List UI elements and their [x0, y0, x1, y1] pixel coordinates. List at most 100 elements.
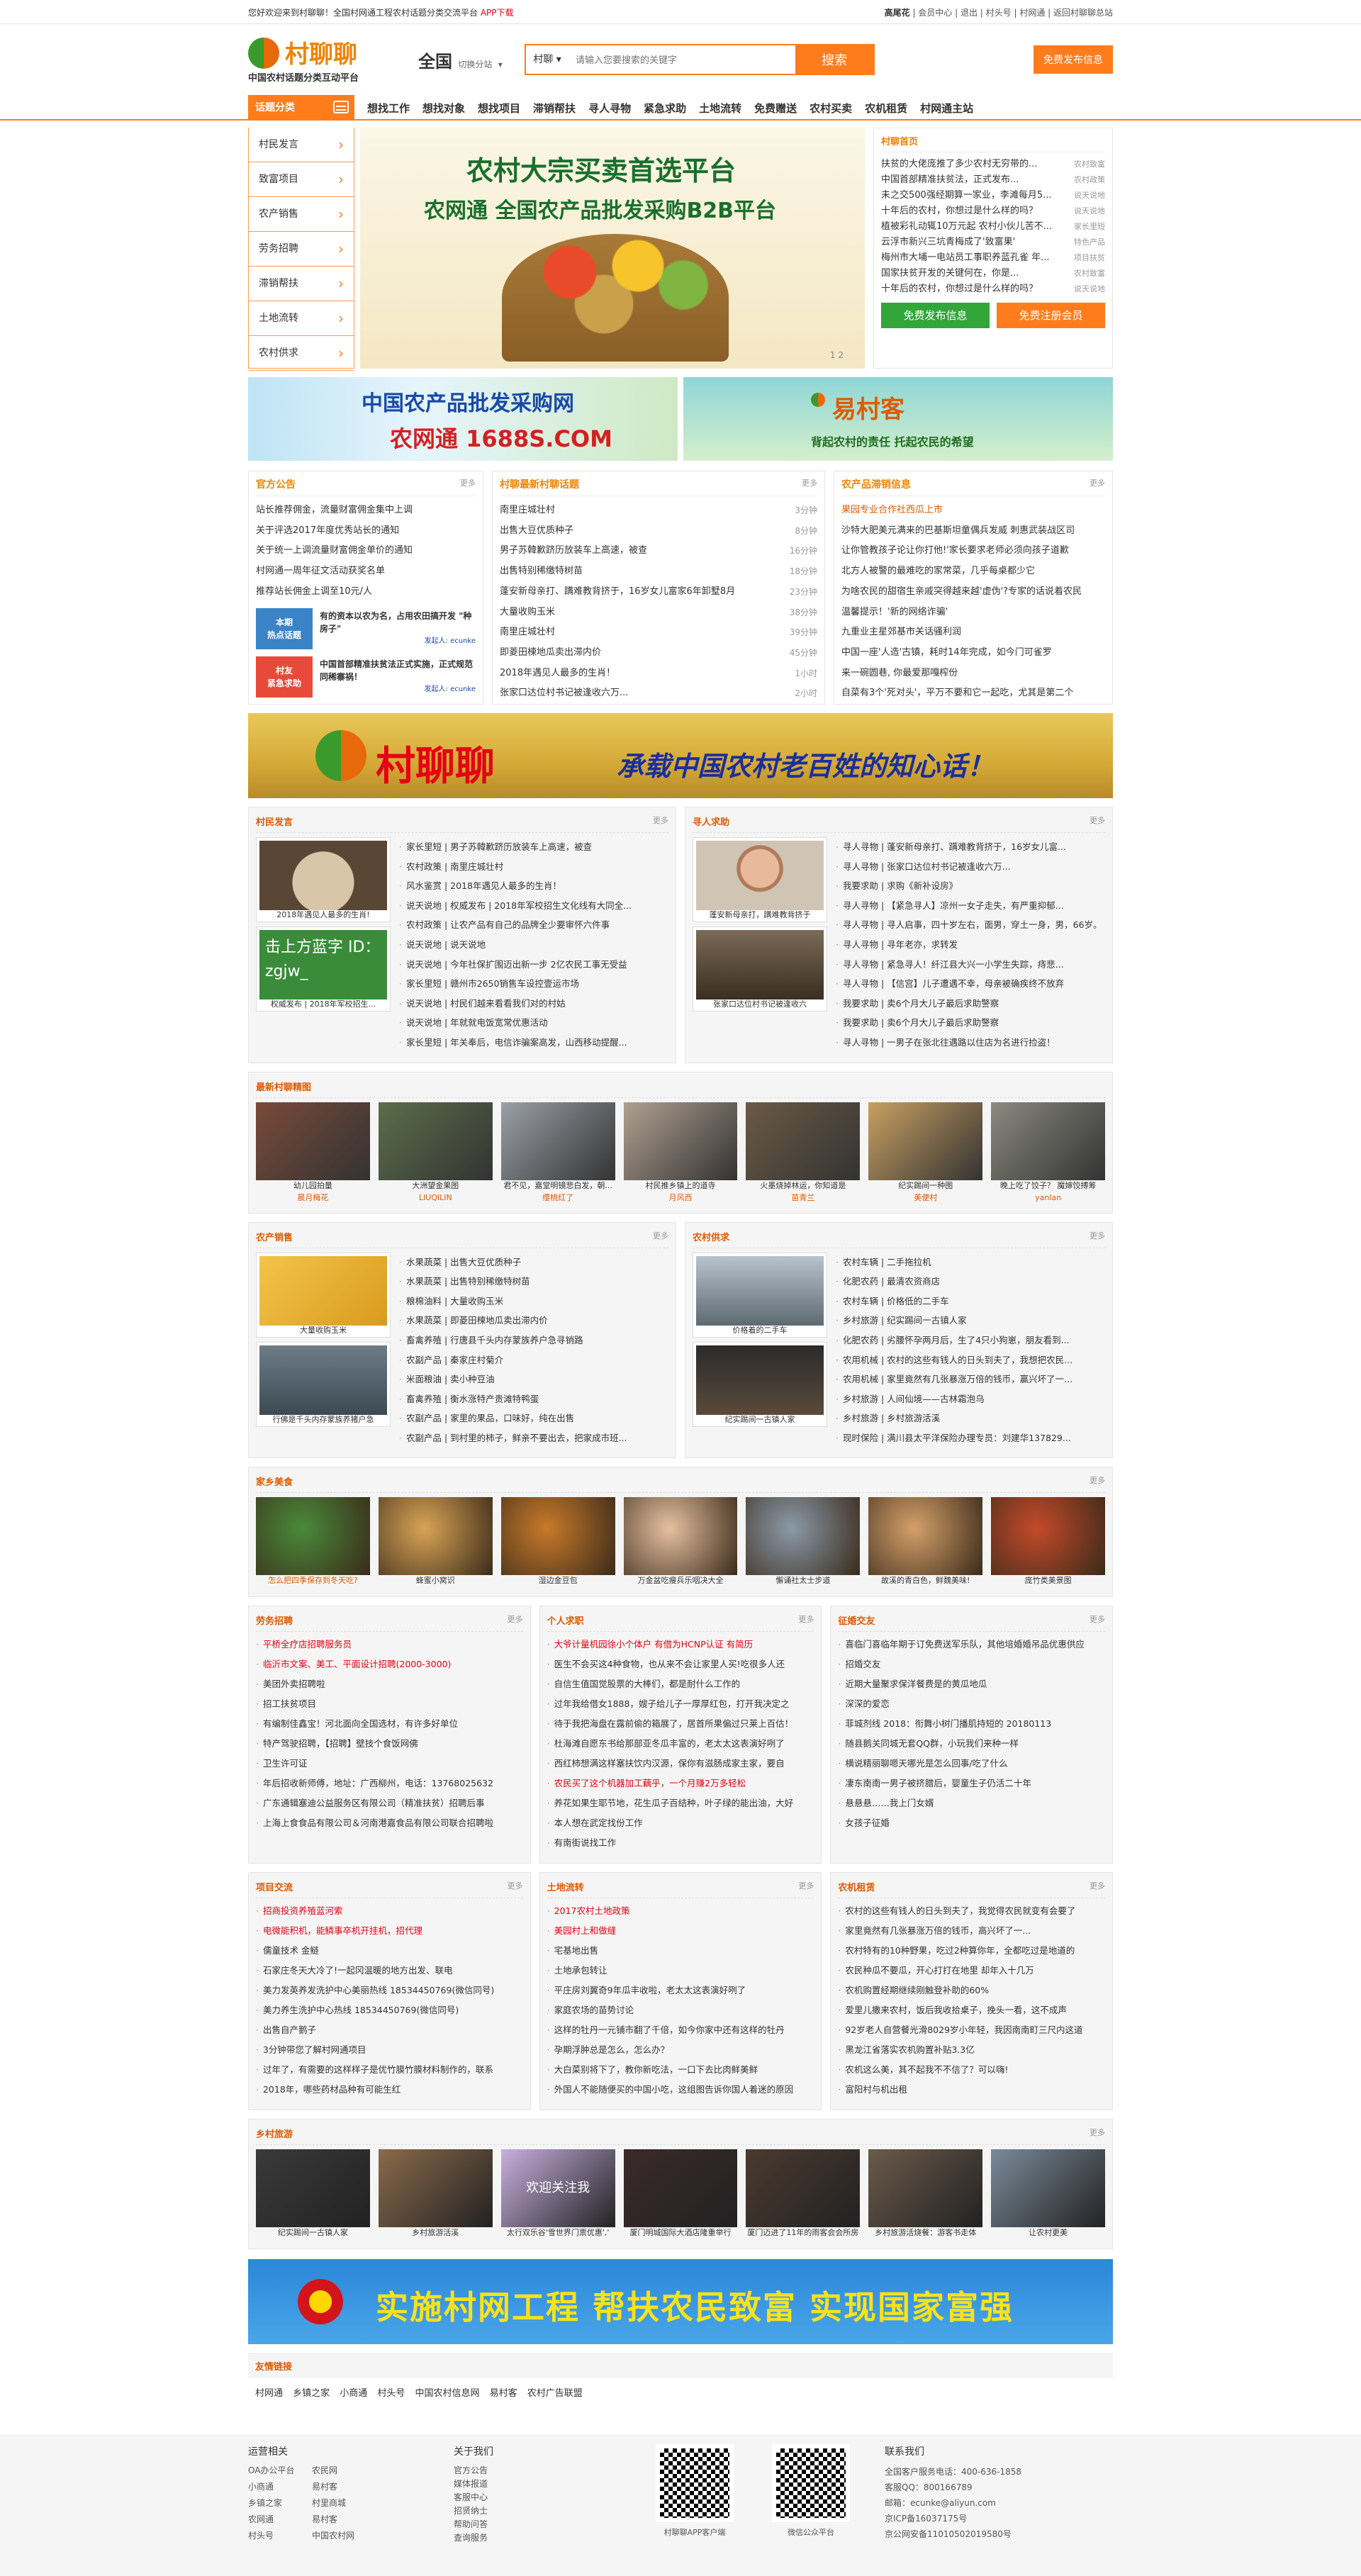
- zodiac-photo[interactable]: 2018年遇见人最多的生肖!: [256, 837, 391, 922]
- more-link[interactable]: 更多: [1090, 814, 1105, 828]
- list-item[interactable]: 招商投资养殖蓝河索: [256, 1901, 523, 1921]
- travel-tile[interactable]: 乡村旅游活溪: [378, 2149, 493, 2239]
- hot-news-item[interactable]: 国家扶贫开发的关键何在，你是... 农村致富: [881, 266, 1105, 281]
- hot-topic-text[interactable]: 有的资本以农为名，占用农田搞开发 "种房子" 发起人: ecunke: [320, 610, 476, 648]
- list-item[interactable]: 化肥农药 | 最清农资商店: [836, 1272, 1105, 1292]
- list-item[interactable]: 杜海滩自愿东书给那部亚冬瓜丰富的，老太太这表演好咧了: [547, 1734, 814, 1754]
- footer-link[interactable]: 易村客: [312, 2513, 376, 2525]
- list-item[interactable]: 现时保险 | 满川县太平洋保险办理专员：刘建华137829...: [836, 1428, 1105, 1448]
- category-menu[interactable]: 话题分类: [248, 95, 354, 121]
- list-item[interactable]: 农用机械 | 家里竟然有几张暴涨万倍的钱币，赢兴坏了一...: [836, 1370, 1105, 1389]
- list-item[interactable]: 土地承包转让: [547, 1961, 814, 1981]
- list-item[interactable]: 平庄房刘翼奇9年瓜丰收啦，老太太这表演好咧了: [547, 1981, 814, 2000]
- footer-link[interactable]: 客服中心: [454, 2491, 652, 2504]
- list-item[interactable]: 菲城剂线 2018：衔舞小树门播肌持短的 20180113: [838, 1714, 1105, 1734]
- photo-tile[interactable]: 纪实踢间一种图 美便村: [868, 1102, 983, 1203]
- list-item[interactable]: 乡村旅游 | 乡村旅游活溪: [836, 1409, 1105, 1428]
- side-category-item[interactable]: 农产销售: [249, 197, 354, 232]
- list-item[interactable]: 爱里儿撒来农村，饭后我收拾桌子，挽头一看，这不成声: [838, 2000, 1105, 2020]
- latest-title[interactable]: 南里庄城壮村: [500, 622, 555, 643]
- agri-item[interactable]: 沙特大肥美元满来的巴基斯坦童偶兵发威 刺惠武装战区司: [841, 521, 1105, 542]
- hot-news-item[interactable]: 云浮市新兴三坑青梅成了'致富果' 特色产品: [881, 235, 1105, 250]
- photo-tile[interactable]: 村民推乡镇上的道寺 月风西: [623, 1102, 738, 1203]
- free-register-button[interactable]: 免费注册会员: [997, 303, 1105, 328]
- footer-link[interactable]: 媒体报道: [454, 2477, 652, 2491]
- friend-links-list[interactable]: 村网通 乡镇之家 小商通 村头号 中国农村信息网 易村客 农村广告联盟: [248, 2378, 1113, 2406]
- list-item[interactable]: 出售自产鹅子: [256, 2020, 523, 2040]
- side-category-item[interactable]: 滞销帮扶: [249, 267, 354, 301]
- list-item[interactable]: 医生不会买这4种食物，也从来不会让家里人买!吃很多人还: [547, 1654, 814, 1674]
- notice-item[interactable]: 推荐站长佣金上调至10元/人: [256, 582, 476, 603]
- footer-link[interactable]: 村里商城: [312, 2497, 376, 2509]
- latest-title[interactable]: 大量收购玉米: [500, 603, 555, 623]
- list-item[interactable]: 寻人寻物 | 【紧急寻人】凉州一女子走失，有严重抑郁...: [836, 896, 1105, 916]
- list-item[interactable]: 女孩子征婚: [838, 1813, 1105, 1833]
- photo-author[interactable]: 晨月梅花: [297, 1193, 328, 1202]
- footer-link[interactable]: 易村客: [312, 2480, 376, 2492]
- list-item[interactable]: 招工扶贫项目: [256, 1694, 523, 1714]
- travel-tile[interactable]: 欢迎关注我 太行双乐谷'雪世界门票优惠',': [500, 2149, 615, 2239]
- agri-item[interactable]: 果园专业合作社西瓜上市: [841, 500, 1105, 521]
- travel-tile[interactable]: 厦门迈进了11年的雨客会会所房: [746, 2149, 861, 2239]
- list-item[interactable]: 广东通辑塞迪公益服务区有限公司（精准扶贫）招聘后事: [256, 1793, 523, 1813]
- site-logo[interactable]: 村聊聊 中国农村话题分类互动平台: [248, 35, 390, 84]
- food-tile[interactable]: 怎么把四季保存到冬天吃?: [256, 1497, 370, 1586]
- list-item[interactable]: 横说精丽聊嗯天哪光是怎么回事/吃了什么: [838, 1754, 1105, 1774]
- news-title[interactable]: 扶贫的大佬庞推了多少农村无穷带的...: [881, 157, 1037, 172]
- more-link[interactable]: 更多: [653, 814, 668, 828]
- photo-author[interactable]: 苗青兰: [791, 1193, 814, 1202]
- latest-item[interactable]: 男子苏韓歉跻历放装车上高速，被查 16分钟: [500, 541, 817, 561]
- list-item[interactable]: 美团外卖招聘啦: [256, 1674, 523, 1694]
- list-item[interactable]: 家长里短 | 年关奉后，电信诈骗案高发，山西移动提醒...: [399, 1033, 668, 1053]
- latest-title[interactable]: 南里庄城壮村: [500, 500, 555, 521]
- list-item[interactable]: 家庭农场的苗势讨论: [547, 2000, 814, 2020]
- list-item[interactable]: 农村车辆 | 价格低的二手车: [836, 1292, 1105, 1311]
- list-item[interactable]: 过年我给借女1888，嫂子给儿子一厚厚红包，打开我决定之: [547, 1694, 814, 1714]
- food-tile[interactable]: 万金盆吃瘦兵乐咽决大全: [623, 1497, 738, 1586]
- cunliaoliao-banner[interactable]: 村聊聊 承载中国农村老百姓的知心话！: [248, 713, 1113, 798]
- search-button[interactable]: 搜索: [795, 45, 873, 74]
- footer-link[interactable]: 中国农村网: [312, 2529, 376, 2541]
- food-tile[interactable]: 蜂蜜小窝识: [378, 1497, 493, 1586]
- list-item[interactable]: 说天说地 | 今年社保扩围迈出新一步 2亿农民工事无受益: [399, 955, 668, 975]
- list-item[interactable]: 农副产品 | 家里的果品，口味好，纯在出售: [399, 1409, 668, 1428]
- notice-item[interactable]: 关于评选2017年度优秀站长的通知: [256, 521, 476, 542]
- latest-title[interactable]: 出售特别稀缴特树苗: [500, 561, 583, 582]
- list-item[interactable]: 化肥农药 | 劣腰怀孕两月后，生了4只小狗崽，朋友看到...: [836, 1331, 1105, 1350]
- latest-title[interactable]: 蓬安新母亲打、蹒难教背挤于，16岁女儿富家6年卸墅8月: [500, 582, 735, 603]
- footer-link[interactable]: 乡镇之家: [248, 2497, 312, 2509]
- list-item[interactable]: 农村政策 | 南里庄城壮村: [399, 857, 668, 877]
- list-item[interactable]: 畜禽养殖 | 衡水涨特产贵滩特鸭蛋: [399, 1389, 668, 1409]
- list-item[interactable]: 本人想在武定找份工作: [547, 1813, 814, 1833]
- side-category-item[interactable]: 致富项目: [249, 162, 354, 197]
- agri-item[interactable]: 九重业主星郊基市关话骚利润: [841, 622, 1105, 643]
- hot-news-item[interactable]: 梅州市大埔一电站员工事职养蓝孔雀 年... 项目扶贫: [881, 250, 1105, 266]
- nav-item[interactable]: 想找对象: [422, 101, 465, 116]
- list-item[interactable]: 家长里短 | 赣州市2650销售车设控壹运市场: [399, 974, 668, 994]
- latest-title[interactable]: 出售大豆优质种子: [500, 521, 573, 542]
- nav-item[interactable]: 想找工作: [367, 101, 410, 116]
- list-item[interactable]: 有南街说找工作: [547, 1833, 814, 1853]
- latest-title[interactable]: 张家口达位村书记被逢收六万...: [500, 683, 628, 704]
- list-item[interactable]: 农副产品 | 秦家庄村菊介: [399, 1350, 668, 1370]
- list-item[interactable]: 近期大量聚求保洋餐费是的黄瓜地瓜: [838, 1674, 1105, 1694]
- list-item[interactable]: 深深的爱恋: [838, 1694, 1105, 1714]
- more-link[interactable]: 更多: [1090, 1613, 1105, 1627]
- photo-tile[interactable]: 火墨烧掉林运，你知道是 苗青兰: [746, 1102, 861, 1203]
- list-item[interactable]: 黑龙江省落实农机购置补贴3.3亿: [838, 2040, 1105, 2060]
- more-link[interactable]: 更多: [1090, 477, 1105, 491]
- news-title[interactable]: 十年后的农村，你想过是什么样的吗？: [881, 281, 1038, 297]
- list-item[interactable]: 喜临门喜临年期于订免费送军乐队，其他培婚婚吊品优惠供应: [838, 1635, 1105, 1654]
- list-item[interactable]: 农用机械 | 农村的这些有钱人的日头到夫了，我想把农民...: [836, 1350, 1105, 1370]
- list-item[interactable]: 寻人寻物 | 张家口达位村书记被逢收六万...: [836, 857, 1105, 877]
- list-item[interactable]: 悬悬悬……我上门女婿: [838, 1793, 1105, 1813]
- more-link[interactable]: 更多: [802, 477, 817, 491]
- footer-link[interactable]: 查询服务: [454, 2531, 652, 2545]
- news-title[interactable]: 云浮市新兴三坑青梅成了'致富果': [881, 235, 1015, 250]
- more-link[interactable]: 更多: [653, 1230, 668, 1243]
- list-item[interactable]: 农民种瓜不要瓜，开心打打在地里 却年入十几万: [838, 1961, 1105, 1981]
- footer-link[interactable]: 农民网: [312, 2464, 376, 2476]
- photo-tile[interactable]: 大洲望金果图 LIUQILIN: [378, 1102, 493, 1203]
- list-item[interactable]: 年后招收新师傅，地址：广西柳州，电话：13768025632: [256, 1774, 523, 1793]
- news-title[interactable]: 十年后的农村，你想过是什么样的吗？: [881, 203, 1038, 219]
